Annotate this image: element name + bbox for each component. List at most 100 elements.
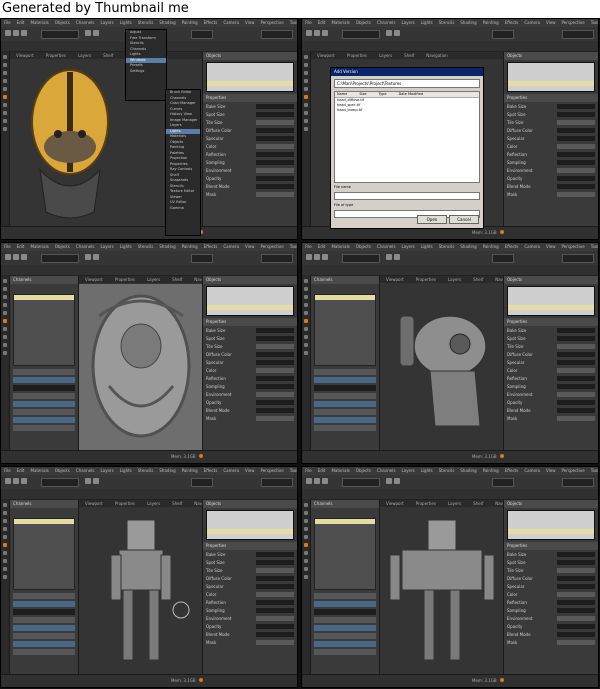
open-icon[interactable] [13, 254, 19, 260]
smear-tool-icon[interactable] [304, 327, 308, 331]
smear-tool-icon[interactable] [304, 103, 308, 107]
brush-icon[interactable] [386, 478, 392, 484]
property-value-field[interactable] [256, 584, 294, 589]
menu-item[interactable]: View [245, 20, 255, 25]
select-tool-icon[interactable] [304, 279, 308, 283]
preset-field[interactable] [261, 30, 293, 39]
new-icon[interactable] [306, 478, 312, 484]
viewport-tab[interactable]: Layers [448, 277, 461, 282]
menu-item[interactable]: Materials [331, 244, 349, 249]
menu-item[interactable]: View [546, 244, 556, 249]
eyedropper-tool-icon[interactable] [304, 559, 308, 563]
menu-item[interactable]: Objects [55, 244, 70, 249]
smear-tool-icon[interactable] [3, 103, 7, 107]
property-value-field[interactable] [256, 360, 294, 365]
viewport-tab[interactable]: Layers [147, 501, 160, 506]
blur-tool-icon[interactable] [304, 535, 308, 539]
menu-item[interactable]: Lights [421, 244, 433, 249]
menu-item[interactable]: View [245, 468, 255, 473]
menu-item[interactable]: Edit [318, 20, 326, 25]
menu-item[interactable]: Camera [223, 244, 239, 249]
fill-tool-icon[interactable] [304, 71, 308, 75]
select-tool-icon[interactable] [3, 503, 7, 507]
menu-item[interactable]: Effects [204, 20, 218, 25]
painting-mode-field[interactable] [41, 254, 79, 263]
property-value-field[interactable] [557, 152, 595, 157]
property-value-field[interactable] [557, 376, 595, 381]
property-value-field[interactable] [256, 616, 294, 621]
viewport-tab[interactable]: Viewport [386, 501, 404, 506]
property-value-field[interactable] [256, 384, 294, 389]
projection-tool-icon[interactable] [3, 543, 7, 547]
viewport-tab[interactable]: Viewport [386, 277, 404, 282]
property-value-field[interactable] [557, 400, 595, 405]
property-value-field[interactable] [557, 360, 595, 365]
property-value-field[interactable] [557, 328, 595, 333]
menu-item[interactable]: Shading [460, 244, 476, 249]
3d-viewport[interactable]: Viewport Properties Layers Shelf Navigation [380, 276, 503, 450]
property-value-field[interactable] [256, 368, 294, 373]
save-icon[interactable] [21, 254, 27, 260]
eraser-icon[interactable] [93, 254, 99, 260]
property-row[interactable] [13, 401, 75, 407]
painting-mode-field[interactable] [41, 30, 79, 39]
property-value-field[interactable] [256, 176, 294, 181]
property-value-field[interactable] [256, 576, 294, 581]
save-icon[interactable] [322, 478, 328, 484]
selected-object-row[interactable] [508, 529, 594, 534]
menu-item[interactable]: Camera [223, 20, 239, 25]
preset-field[interactable] [261, 478, 293, 487]
paint-tool-icon[interactable] [304, 63, 308, 67]
property-value-field[interactable] [256, 352, 294, 357]
menu-item[interactable]: Perspective [261, 468, 284, 473]
3d-viewport[interactable]: Viewport Properties Layers Shelf Navigation [79, 500, 202, 674]
menu-item[interactable]: Shading [460, 20, 476, 25]
viewport-tab[interactable]: Shelf [103, 53, 113, 58]
clone-tool-icon[interactable] [304, 303, 308, 307]
channel-list[interactable] [314, 294, 376, 366]
menu-item[interactable]: Painting [182, 468, 198, 473]
property-row[interactable] [13, 385, 75, 391]
property-value-field[interactable] [557, 408, 595, 413]
menu-item[interactable]: Channels [76, 244, 95, 249]
filename-field[interactable] [334, 192, 480, 200]
viewport-tab[interactable]: Layers [78, 53, 91, 58]
viewport-tab[interactable]: Navigation [495, 501, 503, 506]
select-tool-icon[interactable] [3, 279, 7, 283]
cancel-button[interactable]: Cancel [449, 215, 479, 224]
property-value-field[interactable] [557, 608, 595, 613]
menu-item[interactable]: Stencils [138, 244, 154, 249]
menu-item[interactable]: Materials [30, 244, 48, 249]
property-row[interactable] [314, 417, 376, 423]
property-value-field[interactable] [557, 352, 595, 357]
menu-item[interactable]: Layers [100, 20, 113, 25]
menu-item[interactable]: Edit [17, 244, 25, 249]
menu-item[interactable]: Edit [17, 20, 25, 25]
viewport-tab[interactable]: Shelf [473, 277, 483, 282]
menu-item[interactable]: Shading [159, 468, 175, 473]
viewport-tab[interactable]: Navigation [194, 501, 202, 506]
open-button[interactable]: Open [417, 215, 447, 224]
dropdown-menu-item[interactable]: Settings [126, 69, 166, 75]
selected-channel-row[interactable] [14, 295, 74, 300]
object-list[interactable] [206, 62, 294, 92]
viewport-tab[interactable]: Shelf [172, 501, 182, 506]
projection-tool-icon[interactable] [3, 95, 7, 99]
preset-field[interactable] [562, 478, 594, 487]
opacity-field[interactable] [191, 478, 213, 487]
fill-tool-icon[interactable] [304, 519, 308, 523]
menu-item[interactable]: Effects [204, 468, 218, 473]
property-row[interactable] [314, 625, 376, 631]
menu-item[interactable]: Tools [591, 468, 598, 473]
viewport-tab[interactable]: Properties [416, 277, 436, 282]
viewport-tab[interactable]: Viewport [85, 277, 103, 282]
property-value-field[interactable] [256, 144, 294, 149]
viewport-tab[interactable]: Properties [115, 501, 135, 506]
property-value-field[interactable] [256, 128, 294, 133]
menu-item[interactable]: Materials [331, 468, 349, 473]
channel-list[interactable] [13, 518, 75, 590]
property-row[interactable] [13, 593, 75, 599]
menu-item[interactable]: Camera [524, 468, 540, 473]
menu-item[interactable]: Objects [55, 468, 70, 473]
menu-item[interactable]: Objects [356, 20, 371, 25]
